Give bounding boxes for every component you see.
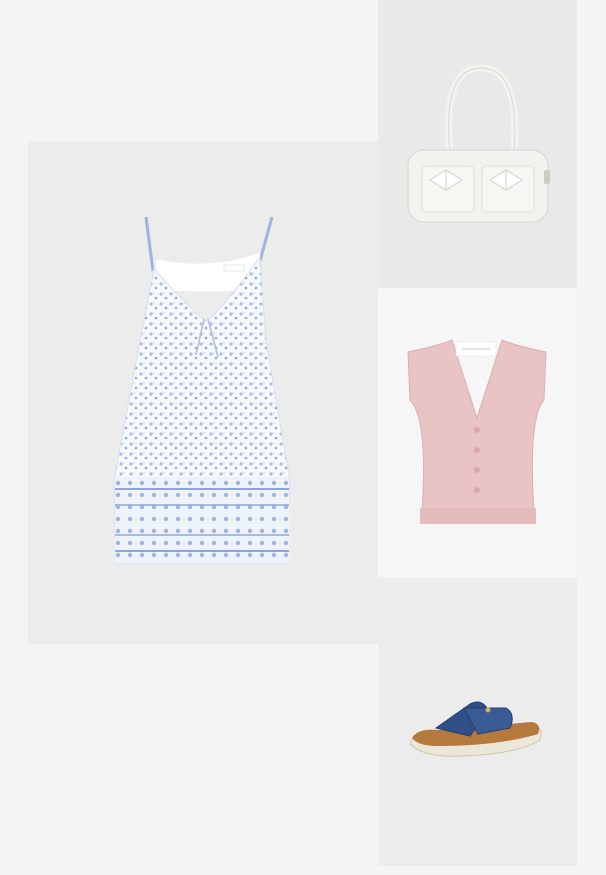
vest-product-tile[interactable] [378, 290, 577, 576]
pink-vest-image [407, 339, 547, 524]
dress-product-tile[interactable] [28, 141, 378, 644]
bag-product-tile[interactable] [378, 0, 577, 288]
vest-body [407, 339, 547, 513]
white-bag-image [407, 64, 550, 223]
floral-dress-image [113, 216, 291, 564]
right-strap [258, 216, 274, 262]
outfit-board: { "board": { "items": [ {"name": "floral… [0, 0, 606, 875]
sandal-product-tile[interactable] [378, 578, 577, 866]
left-strap [144, 216, 155, 272]
denim-sandal-image [409, 701, 542, 757]
